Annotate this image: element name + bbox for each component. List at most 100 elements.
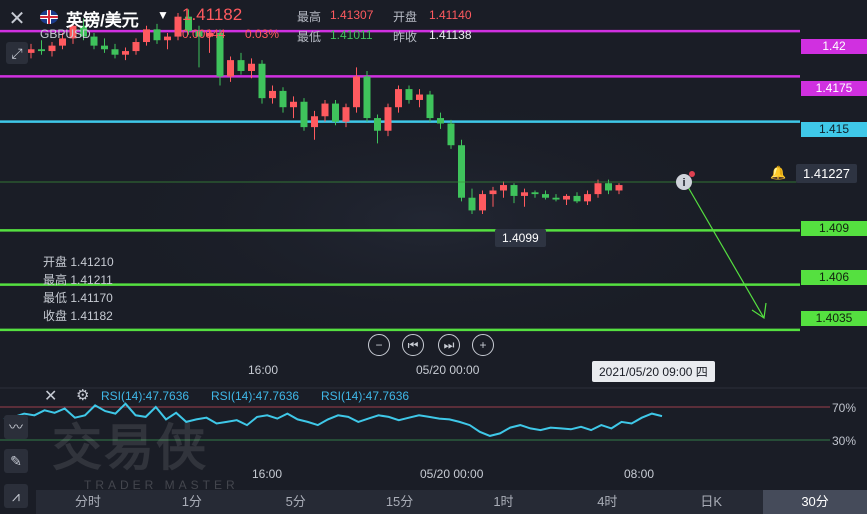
close-icon[interactable]: ✕ (6, 8, 28, 30)
close-rsi-icon[interactable]: ✕ (44, 386, 57, 406)
low-marker: 1.4099 (495, 229, 546, 247)
pair-code: GBPUSD (40, 27, 91, 41)
alert-dot (689, 171, 695, 177)
rsi-label-1: RSI(14):47.7636 (101, 389, 190, 403)
candle (426, 90, 434, 122)
level-tag-3[interactable]: 1.415 (801, 122, 867, 137)
candle-body (458, 145, 465, 198)
candle-body (279, 90, 287, 108)
candle (174, 13, 182, 41)
candle-body (426, 94, 434, 119)
uk-flag-icon (40, 10, 58, 24)
ohlc-close: 收盘 1.41182 (43, 309, 113, 323)
level-tag-5[interactable]: 1.406 (801, 270, 867, 285)
gear-icon[interactable]: ⚙ (76, 386, 89, 404)
ohlc-open: 开盘 1.41210 (43, 255, 114, 269)
tab-1min[interactable]: 1分 (140, 490, 244, 514)
candle-body (563, 195, 570, 200)
candle-body (437, 118, 444, 124)
candle-body (311, 116, 318, 128)
candle-body (468, 197, 476, 211)
tab-5min[interactable]: 5分 (244, 490, 348, 514)
rsi-label-3: RSI(14):47.7636 (321, 389, 410, 403)
candle-body (321, 103, 329, 117)
candle-body (531, 192, 539, 195)
rsi-time-label-3: 08:00 (624, 467, 655, 481)
ohlc-high: 最高 1.41211 (43, 273, 113, 287)
candle-body (552, 197, 560, 200)
candle (363, 70, 371, 122)
candle-body (405, 89, 413, 100)
bell-icon[interactable]: 🔔 (770, 165, 788, 183)
level-tag-6[interactable]: 1.4035 (801, 311, 867, 326)
candle-body (542, 194, 549, 198)
candle-body (615, 185, 623, 191)
tab-daily[interactable]: 日K (659, 490, 763, 514)
candle-body (132, 42, 140, 52)
level-tag-1[interactable]: 1.42 (801, 39, 867, 54)
tab-30min[interactable]: 30分 (763, 490, 867, 514)
candle-body (38, 49, 45, 52)
candle-body (164, 36, 171, 41)
time-axis-label-2: 05/20 00:00 (416, 363, 480, 377)
prev-close-label: 昨收 (393, 30, 418, 44)
prev-close-value: 1.41138 (429, 28, 472, 42)
candle-body (290, 101, 297, 108)
candle-body (48, 45, 56, 52)
candle-body (395, 89, 402, 108)
candle-body (174, 16, 182, 37)
candle (458, 139, 465, 202)
candle-body (101, 45, 108, 50)
candle-body (342, 107, 350, 122)
high-label: 最高 (297, 10, 322, 24)
line-chart-tool-icon[interactable]: 〰 (4, 415, 28, 439)
tab-4hour[interactable]: 4时 (555, 490, 659, 514)
skip-end-button[interactable]: ⏭ (438, 334, 460, 356)
candle (332, 99, 339, 126)
candle-body (573, 195, 581, 202)
chevron-down-icon[interactable]: ▼ (157, 8, 169, 22)
level-tag-4[interactable]: 1.409 (801, 221, 867, 236)
time-axis-label-1: 16:00 (248, 363, 279, 377)
rsi-time-label-1: 16:00 (252, 467, 283, 481)
pen-tool-icon[interactable]: ✎ (4, 449, 28, 473)
rsi-70-label: 70% (832, 401, 857, 415)
indicator-tool-icon[interactable]: ⩘ (4, 484, 28, 508)
candle-body (237, 60, 245, 71)
candle-body (227, 60, 234, 77)
candle-body (143, 29, 150, 43)
low-label: 最低 (297, 30, 322, 44)
candle-body (269, 90, 276, 99)
candle-body (479, 194, 486, 211)
candle-body (594, 183, 602, 195)
level-tag-2[interactable]: 1.4175 (801, 81, 867, 96)
open-value: 1.41140 (429, 8, 472, 22)
candle (447, 119, 455, 149)
expand-icon[interactable]: ⤢ (6, 42, 28, 64)
tab-timeshare[interactable]: 分时 (36, 490, 140, 514)
skip-start-button[interactable]: ⏮ (402, 334, 424, 356)
change-pct: 0.03% (245, 27, 280, 41)
rsi-label-2: RSI(14):47.7636 (211, 389, 300, 403)
candle (300, 98, 308, 131)
candle-body (332, 103, 339, 122)
tab-15min[interactable]: 15分 (348, 490, 452, 514)
candle-body (300, 101, 308, 128)
tab-1hour[interactable]: 1时 (452, 490, 556, 514)
candle-body (374, 118, 381, 131)
candle-body (353, 76, 360, 108)
current-price-tag: 1.41227 (796, 164, 857, 183)
candle-body (90, 36, 98, 46)
high-value: 1.41307 (330, 8, 374, 22)
crosshair-time: 2021/05/20 09:00 四 (592, 361, 715, 382)
candle-body (248, 63, 255, 71)
candle-body (500, 185, 507, 191)
svg-text:i: i (682, 177, 685, 189)
candle-body (153, 29, 161, 41)
candle-body (605, 183, 612, 191)
watermark-logo: 交易侠 (52, 420, 208, 476)
candle-body (384, 107, 392, 131)
zoom-in-button[interactable]: + (472, 334, 494, 356)
zoom-out-button[interactable]: − (368, 334, 390, 356)
candle (258, 60, 266, 104)
